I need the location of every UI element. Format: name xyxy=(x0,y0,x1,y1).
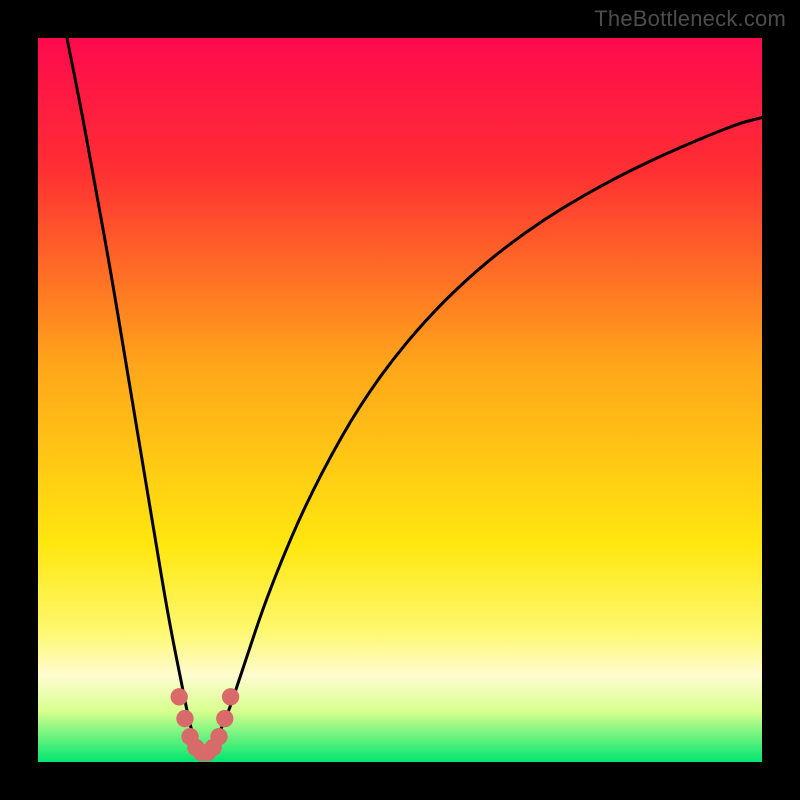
outer-frame: TheBottleneck.com xyxy=(0,0,800,800)
marker-dot xyxy=(222,688,239,705)
marker-dot xyxy=(210,728,227,745)
plot-area xyxy=(38,38,762,762)
marker-dot xyxy=(170,688,187,705)
watermark-text: TheBottleneck.com xyxy=(594,6,786,32)
marker-dot xyxy=(176,710,193,727)
gradient-background xyxy=(38,38,762,762)
marker-dot xyxy=(216,710,233,727)
chart-svg xyxy=(38,38,762,762)
